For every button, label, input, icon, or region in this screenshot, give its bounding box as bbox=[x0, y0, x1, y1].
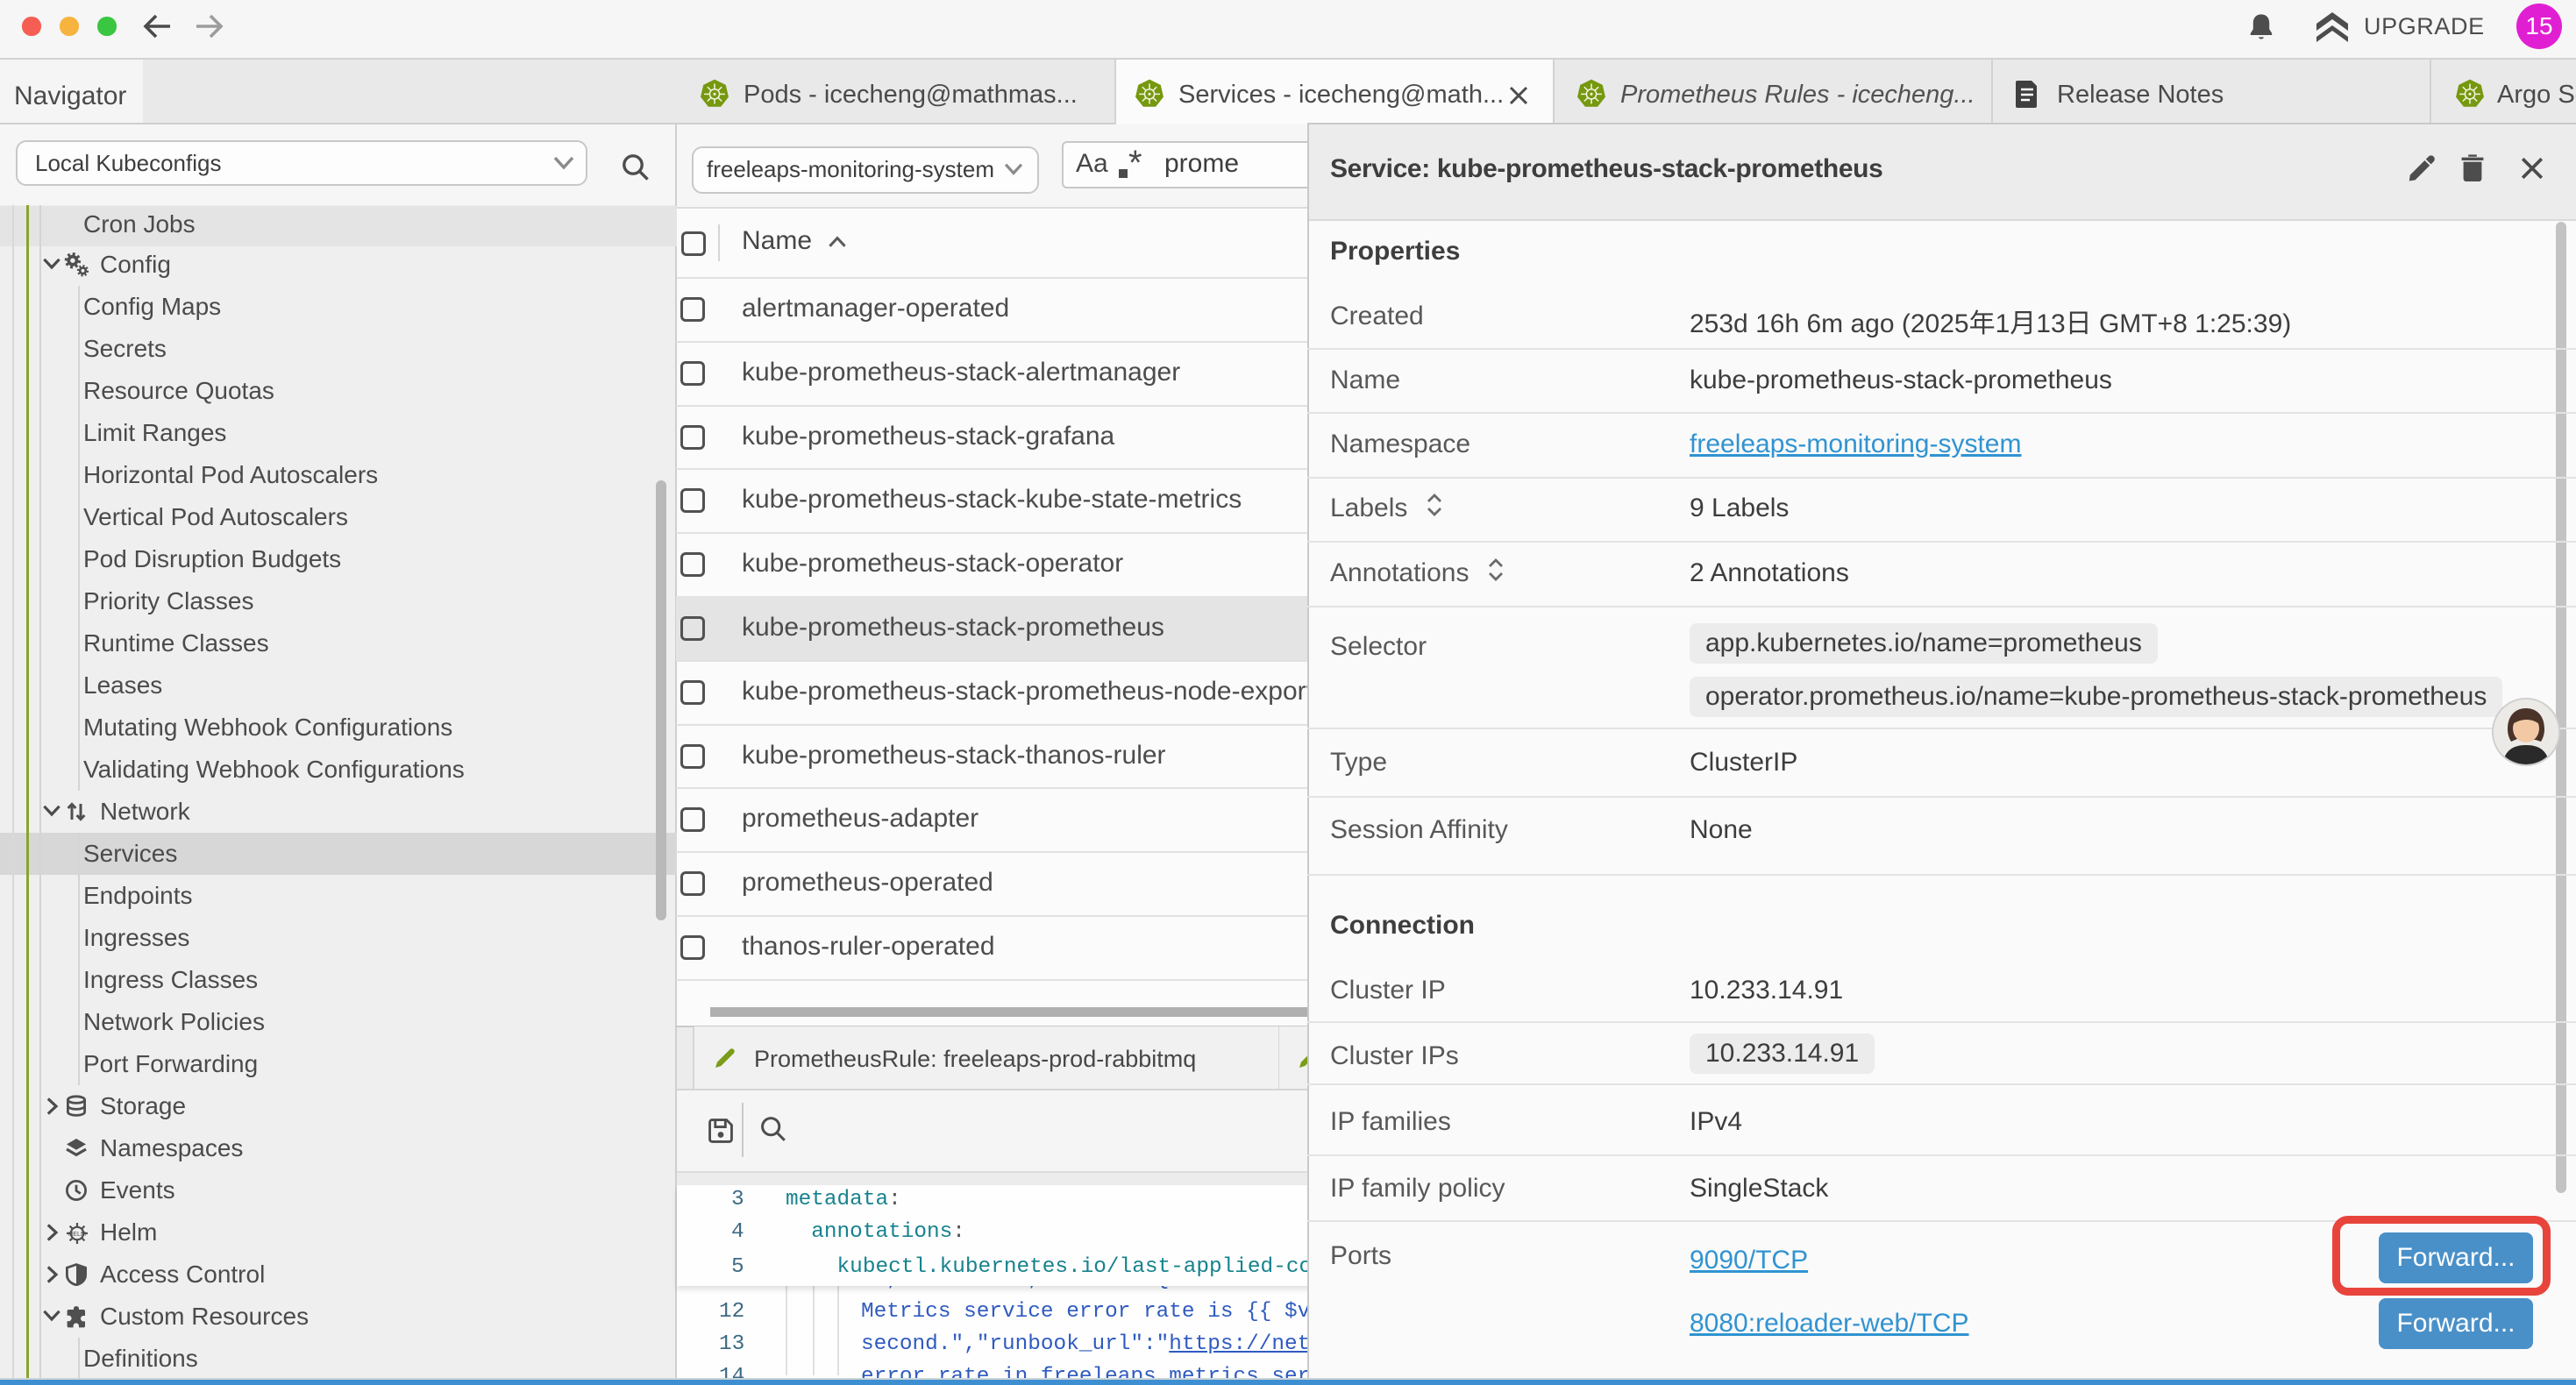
svg-text:HELM: HELM bbox=[68, 1230, 86, 1238]
